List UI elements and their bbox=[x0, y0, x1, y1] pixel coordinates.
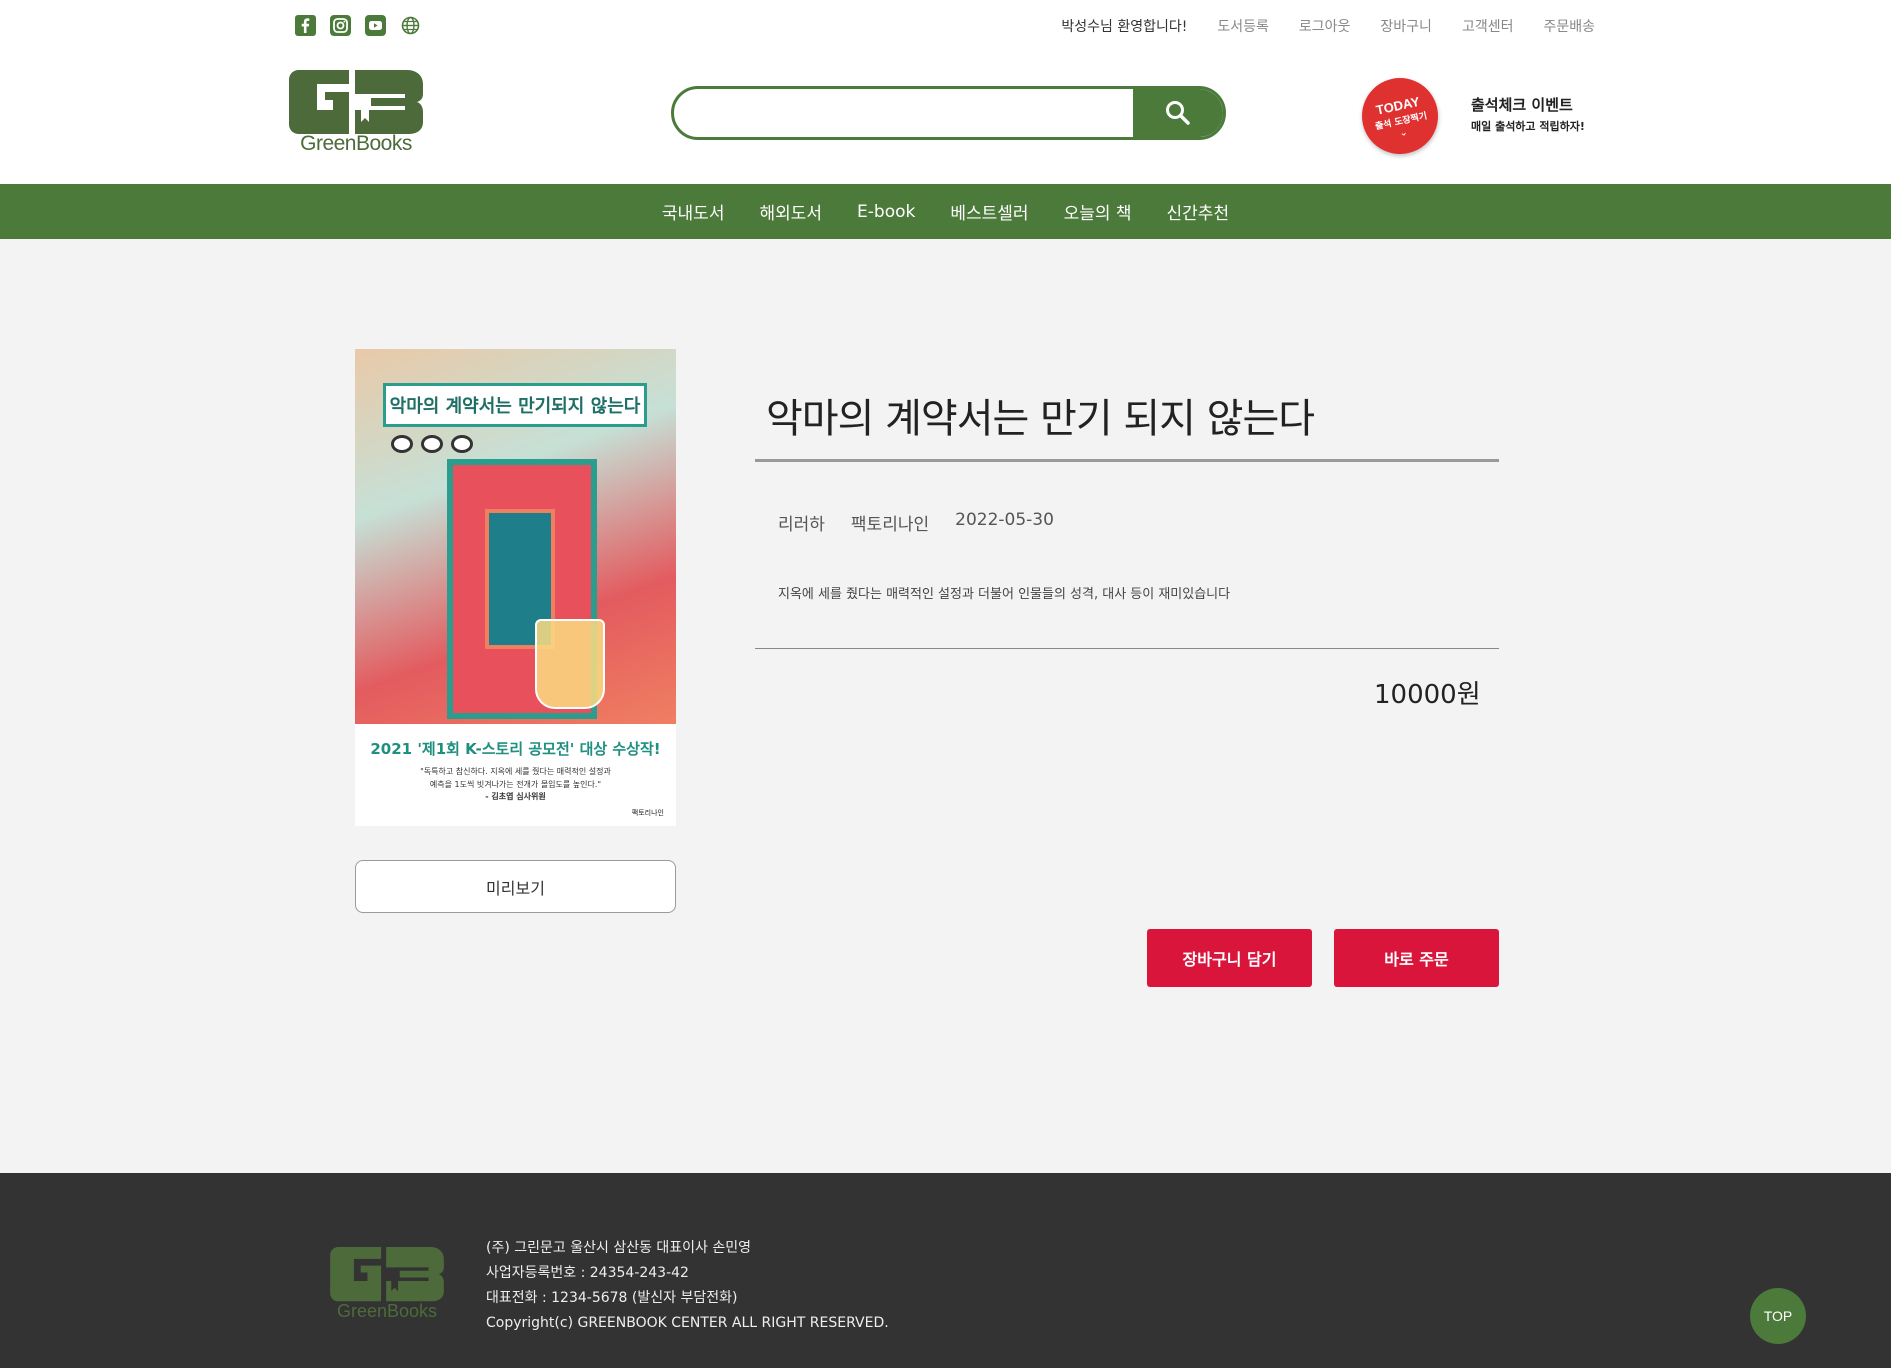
book-title: 악마의 계약서는 만기 되지 않는다 bbox=[766, 396, 1315, 442]
youtube-icon[interactable] bbox=[364, 14, 387, 37]
search-button[interactable] bbox=[1133, 89, 1223, 137]
book-cover: 악마의 계약서는 만기되지 않는다 2021 '제1회 K-스토리 공모전' 대… bbox=[355, 349, 676, 826]
cover-blurb: 2021 '제1회 K-스토리 공모전' 대상 수상작! "독특하고 참신하다.… bbox=[355, 724, 676, 826]
search-icon bbox=[1166, 101, 1190, 125]
buy-now-button[interactable]: 바로 주문 bbox=[1334, 929, 1499, 987]
social-links bbox=[294, 14, 422, 37]
footer-logo-text: GreenBooks bbox=[336, 1301, 438, 1321]
event-subtitle: 매일 출석하고 적립하자! bbox=[1471, 120, 1585, 133]
nav-item-ebook[interactable]: E-book bbox=[857, 202, 915, 222]
order-delivery-link[interactable]: 주문배송 bbox=[1543, 16, 1595, 36]
cover-title-bar: 악마의 계약서는 만기되지 않는다 bbox=[383, 383, 647, 427]
globe-icon[interactable] bbox=[399, 14, 422, 37]
attendance-event-banner[interactable]: TODAY 출석 도장찍기 ⌄ 출석체크 이벤트 매일 출석하고 적립하자! bbox=[1354, 70, 1587, 162]
today-badge: TODAY 출석 도장찍기 ⌄ bbox=[1354, 70, 1446, 162]
footer-logo[interactable]: GreenBooks bbox=[329, 1247, 445, 1325]
nav-item-domestic[interactable]: 국내도서 bbox=[662, 199, 725, 224]
nav-item-foreign[interactable]: 해외도서 bbox=[759, 199, 822, 224]
register-book-link[interactable]: 도서등록 bbox=[1217, 16, 1269, 36]
preview-button[interactable]: 미리보기 bbox=[355, 860, 676, 913]
logo-text: GreenBooks bbox=[300, 132, 412, 155]
cover-award: 2021 '제1회 K-스토리 공모전' 대상 수상작! bbox=[370, 740, 661, 758]
search-bar bbox=[671, 86, 1226, 140]
book-price: 10000원 bbox=[1374, 680, 1481, 710]
description-divider bbox=[755, 648, 1499, 649]
book-publisher: 팩토리나인 bbox=[850, 515, 930, 535]
company-info: (주) 그린문고 울산시 삼산동 대표이사 손민영 사업자등록번호 : 2435… bbox=[486, 1236, 889, 1336]
site-logo[interactable]: GreenBooks bbox=[289, 70, 423, 158]
search-input[interactable] bbox=[694, 89, 1134, 137]
book-author: 리러하 bbox=[778, 515, 825, 535]
book-description: 지옥에 세를 줬다는 매력적인 설정과 더불어 인물들의 성격, 대사 등이 재… bbox=[778, 587, 1231, 602]
category-nav: 국내도서 해외도서 E-book 베스트셀러 오늘의 책 신간추천 bbox=[0, 184, 1891, 239]
cart-link[interactable]: 장바구니 bbox=[1380, 16, 1432, 36]
copyright: Copyright(c) GREENBOOK CENTER ALL RIGHT … bbox=[486, 1315, 889, 1331]
contact-phone: 대표전화 : 1234-5678 (발신자 부담전화) bbox=[486, 1290, 738, 1306]
book-meta: 리러하 팩토리나인 2022-05-30 bbox=[778, 510, 1054, 535]
support-link[interactable]: 고객센터 bbox=[1462, 16, 1514, 36]
add-to-cart-button[interactable]: 장바구니 담기 bbox=[1147, 929, 1312, 987]
nav-item-new-release[interactable]: 신간추천 bbox=[1167, 199, 1230, 224]
logo-mark bbox=[289, 70, 423, 134]
cover-eyes bbox=[391, 435, 521, 465]
book-date: 2022-05-30 bbox=[955, 510, 1054, 530]
scroll-top-button[interactable]: TOP bbox=[1750, 1288, 1806, 1344]
cover-publisher-mark: 팩토리나인 bbox=[631, 809, 664, 817]
company-address: (주) 그린문고 울산시 삼산동 대표이사 손민영 bbox=[486, 1240, 752, 1256]
welcome-text: 박성수님 환영합니다! bbox=[1061, 19, 1188, 35]
cover-title: 악마의 계약서는 만기되지 않는다 bbox=[389, 396, 641, 417]
event-title: 출석체크 이벤트 bbox=[1471, 96, 1573, 114]
facebook-icon[interactable] bbox=[294, 14, 317, 37]
cover-quote-line1: "독특하고 참신하다. 지옥에 세를 줬다는 매력적인 설정과 bbox=[420, 767, 611, 776]
title-divider bbox=[755, 459, 1499, 462]
nav-item-todays-book[interactable]: 오늘의 책 bbox=[1064, 199, 1132, 224]
utility-nav: 박성수님 환영합니다! 도서등록 로그아웃 장바구니 고객센터 주문배송 bbox=[1061, 16, 1595, 36]
site-footer: GreenBooks (주) 그린문고 울산시 삼산동 대표이사 손민영 사업자… bbox=[0, 1173, 1891, 1368]
cover-quote-line2: 예측을 1도씩 빗겨나가는 전개가 몰입도를 높인다." bbox=[429, 780, 602, 789]
nav-item-bestseller[interactable]: 베스트셀러 bbox=[950, 199, 1028, 224]
cover-quote-author: - 김초엽 심사위원 bbox=[485, 792, 546, 801]
site-header: 박성수님 환영합니다! 도서등록 로그아웃 장바구니 고객센터 주문배송 Gre… bbox=[0, 0, 1891, 184]
business-registration: 사업자등록번호 : 24354-243-42 bbox=[486, 1265, 689, 1281]
footer-logo-mark bbox=[330, 1247, 444, 1302]
instagram-icon[interactable] bbox=[329, 14, 352, 37]
cover-glass bbox=[535, 619, 605, 709]
logout-link[interactable]: 로그아웃 bbox=[1299, 16, 1351, 36]
